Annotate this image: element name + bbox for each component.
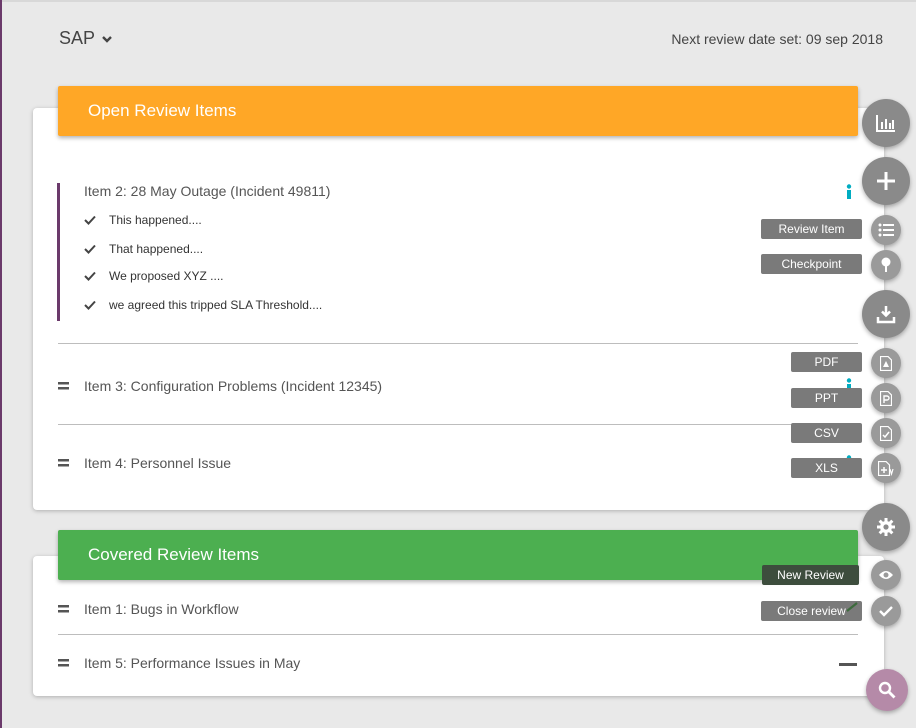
list-icon <box>878 223 894 237</box>
app-name: SAP <box>59 28 96 48</box>
new-review-button[interactable] <box>871 560 901 590</box>
divider <box>58 424 858 425</box>
next-review-date: Next review date set: 09 sep 2018 <box>671 31 883 47</box>
review-item-row[interactable]: Item 3: Configuration Problems (Incident… <box>58 376 858 396</box>
ppt-label[interactable]: PPT <box>791 388 862 408</box>
pin-icon <box>881 257 891 272</box>
export-pdf-button[interactable] <box>871 348 901 378</box>
divider <box>58 634 858 635</box>
gear-icon <box>877 518 895 536</box>
search-icon <box>878 681 896 699</box>
info-icon[interactable] <box>845 184 853 200</box>
close-review-button[interactable] <box>871 596 901 626</box>
chevron-down-icon <box>102 35 112 43</box>
review-item-title: Item 1: Bugs in Workflow <box>84 601 239 617</box>
search-button[interactable] <box>866 669 908 711</box>
list-item: We proposed XYZ .... <box>84 269 224 283</box>
review-item-title: Item 5: Performance Issues in May <box>84 655 301 671</box>
settings-button[interactable] <box>862 503 910 551</box>
xls-label[interactable]: XLS <box>791 458 862 478</box>
check-icon <box>84 271 96 281</box>
pdf-label[interactable]: PDF <box>791 352 862 372</box>
drag-handle-icon[interactable] <box>58 459 69 467</box>
drag-handle-icon[interactable] <box>58 382 69 390</box>
check-icon <box>879 606 893 617</box>
add-button[interactable] <box>862 157 910 205</box>
check-icon <box>84 215 96 225</box>
reports-button[interactable] <box>862 99 910 147</box>
open-review-title: Open Review Items <box>88 101 237 120</box>
csv-label[interactable]: CSV <box>791 423 862 443</box>
check-icon <box>84 244 96 254</box>
ppt-file-icon <box>880 390 892 406</box>
left-border <box>0 0 2 728</box>
review-item-title: Item 4: Personnel Issue <box>84 455 232 471</box>
covered-review-header: Covered Review Items <box>58 530 858 580</box>
eye-icon <box>879 571 893 579</box>
bar-chart-icon <box>876 115 895 132</box>
check-icon <box>84 300 96 310</box>
export-button[interactable] <box>862 290 910 338</box>
collapse-icon[interactable] <box>839 663 857 666</box>
plus-icon <box>877 172 895 190</box>
add-checkpoint-button[interactable] <box>871 250 901 280</box>
export-csv-button[interactable] <box>871 418 901 448</box>
xls-file-icon <box>878 460 894 476</box>
app-selector[interactable]: SAP <box>59 28 113 49</box>
export-xls-button[interactable] <box>871 453 901 483</box>
drag-handle-icon[interactable] <box>58 659 69 667</box>
open-review-header: Open Review Items <box>58 86 858 136</box>
drag-handle-icon[interactable] <box>58 605 69 613</box>
download-icon <box>876 306 896 324</box>
review-item-row[interactable]: Item 1: Bugs in Workflow <box>58 599 858 619</box>
expanded-review-item[interactable]: Item 2: 28 May Outage (Incident 49811) T… <box>57 183 857 321</box>
expanded-item-title[interactable]: Item 2: 28 May Outage (Incident 49811) <box>84 183 330 199</box>
review-item-row[interactable]: Item 5: Performance Issues in May <box>58 653 858 673</box>
review-item-title: Item 3: Configuration Problems (Incident… <box>84 378 383 394</box>
covered-review-title: Covered Review Items <box>88 545 260 564</box>
check-icon <box>846 602 858 612</box>
top-border <box>0 0 916 2</box>
review-item-row[interactable]: Item 4: Personnel Issue <box>58 453 858 473</box>
export-ppt-button[interactable] <box>871 383 901 413</box>
list-item: we agreed this tripped SLA Threshold.... <box>84 298 322 312</box>
divider <box>58 343 858 344</box>
pdf-file-icon <box>880 355 892 371</box>
checkpoint-label[interactable]: Checkpoint <box>761 254 862 274</box>
csv-file-icon <box>880 425 892 441</box>
new-review-label[interactable]: New Review <box>762 565 859 585</box>
add-review-item-button[interactable] <box>871 215 901 245</box>
list-item: This happened.... <box>84 213 202 227</box>
review-item-label[interactable]: Review Item <box>761 219 862 239</box>
list-item: That happened.... <box>84 242 203 256</box>
